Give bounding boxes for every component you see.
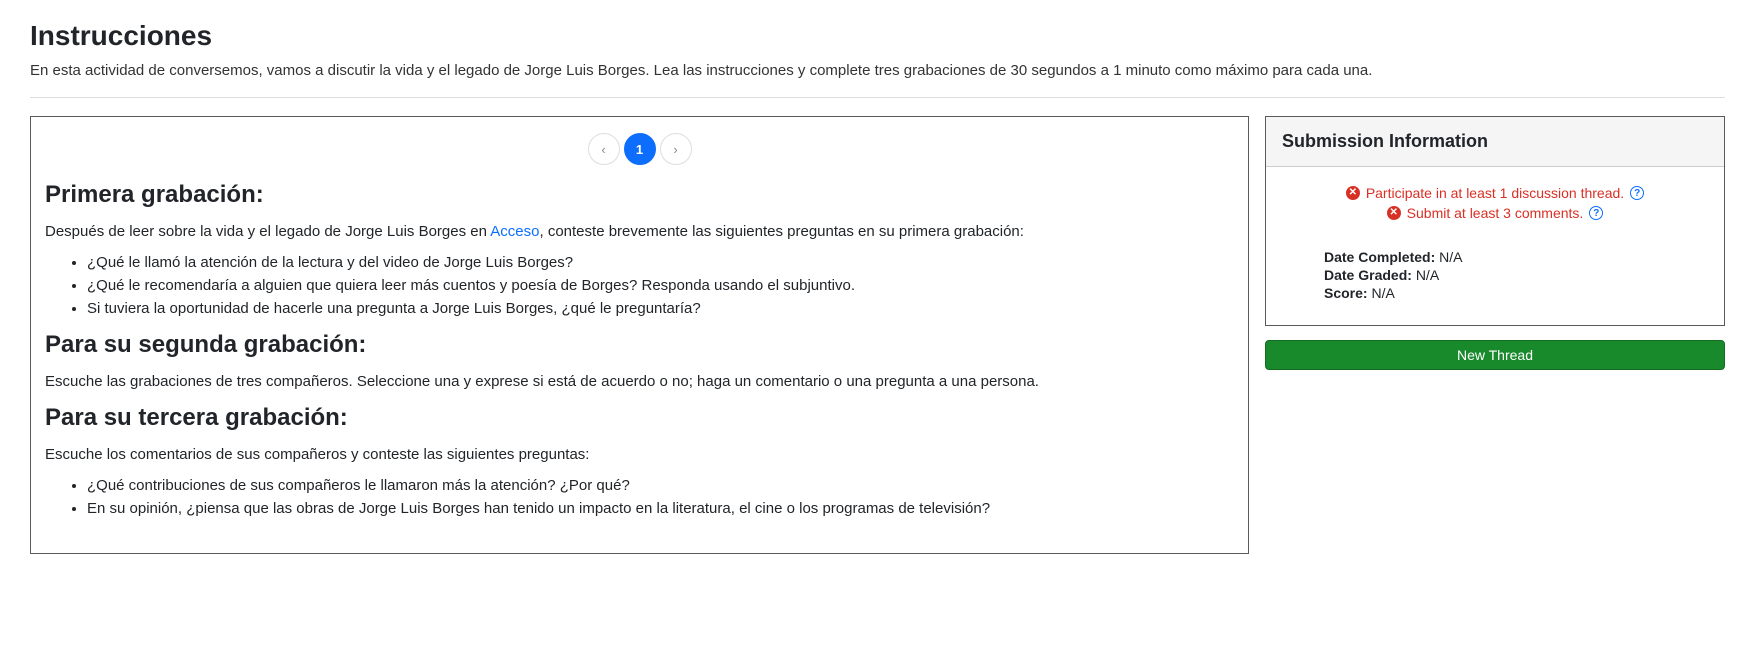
- help-icon[interactable]: ?: [1589, 206, 1603, 220]
- question-list: ¿Qué contribuciones de sus compañeros le…: [45, 477, 1234, 517]
- requirement-text: Participate in at least 1 discussion thr…: [1366, 185, 1624, 201]
- list-item: ¿Qué le recomendaría a alguien que quier…: [87, 277, 1234, 294]
- section-heading: Para su tercera grabación:: [45, 404, 1234, 432]
- list-item: Si tuviera la oportunidad de hacerle una…: [87, 300, 1234, 317]
- requirement-row: ✕ Participate in at least 1 discussion t…: [1282, 185, 1708, 201]
- divider: [30, 97, 1725, 98]
- score-value: N/A: [1371, 285, 1394, 301]
- date-completed-label: Date Completed:: [1324, 249, 1435, 265]
- submission-meta: Date Completed: N/A Date Graded: N/A Sco…: [1324, 249, 1708, 301]
- list-item: En su opinión, ¿piensa que las obras de …: [87, 500, 1234, 517]
- pager-prev-button[interactable]: ‹: [588, 133, 620, 165]
- section-intro: Después de leer sobre la vida y el legad…: [45, 223, 1234, 240]
- pager-page-button[interactable]: 1: [624, 133, 656, 165]
- section-text: Escuche los comentarios de sus compañero…: [45, 446, 1234, 463]
- date-graded-label: Date Graded:: [1324, 267, 1412, 283]
- page-title: Instrucciones: [30, 20, 1725, 52]
- requirement-row: ✕ Submit at least 3 comments. ?: [1282, 205, 1708, 221]
- score-label: Score:: [1324, 285, 1368, 301]
- list-item: ¿Qué le llamó la atención de la lectura …: [87, 254, 1234, 271]
- error-icon: ✕: [1346, 186, 1360, 200]
- date-graded-value: N/A: [1416, 267, 1439, 283]
- section-heading: Primera grabación:: [45, 181, 1234, 209]
- section-text: Escuche las grabaciones de tres compañer…: [45, 373, 1234, 390]
- requirement-text: Submit at least 3 comments.: [1407, 205, 1584, 221]
- content-panel: ‹ 1 › Primera grabación: Después de leer…: [30, 116, 1249, 554]
- list-item: ¿Qué contribuciones de sus compañeros le…: [87, 477, 1234, 494]
- submission-panel: Submission Information ✕ Participate in …: [1265, 116, 1725, 326]
- question-list: ¿Qué le llamó la atención de la lectura …: [45, 254, 1234, 317]
- new-thread-button[interactable]: New Thread: [1265, 340, 1725, 370]
- submission-header: Submission Information: [1266, 117, 1724, 167]
- pager-next-button[interactable]: ›: [660, 133, 692, 165]
- section-heading: Para su segunda grabación:: [45, 331, 1234, 359]
- acceso-link[interactable]: Acceso: [490, 223, 539, 240]
- intro-text-post: , conteste brevemente las siguientes pre…: [540, 223, 1024, 240]
- pager: ‹ 1 ›: [45, 133, 1234, 165]
- intro-text-pre: Después de leer sobre la vida y el legad…: [45, 223, 490, 240]
- date-completed-value: N/A: [1439, 249, 1462, 265]
- help-icon[interactable]: ?: [1630, 186, 1644, 200]
- page-description: En esta actividad de conversemos, vamos …: [30, 62, 1725, 79]
- error-icon: ✕: [1387, 206, 1401, 220]
